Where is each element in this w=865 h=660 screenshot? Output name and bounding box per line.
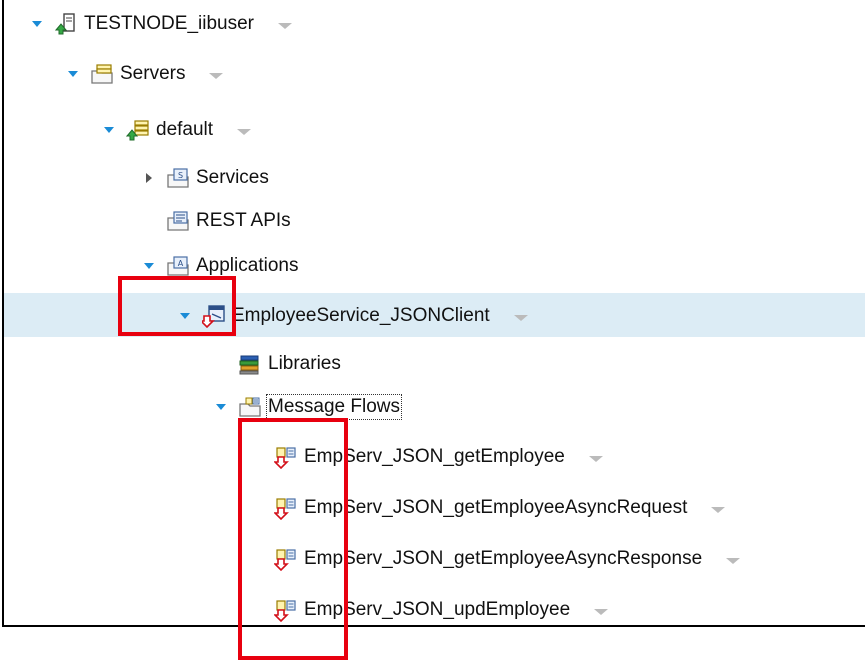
- tree-item-label: Servers: [120, 63, 186, 84]
- servers-folder-icon: [90, 62, 114, 86]
- tree-item-label: Message Flows: [266, 394, 402, 420]
- annotation-box-message-flows: [238, 418, 348, 660]
- tree-item-label: Libraries: [268, 353, 341, 374]
- message-flows-folder-icon: [238, 395, 262, 419]
- tree-item-label: TESTNODE_iibuser: [84, 13, 254, 34]
- dropdown-menu-icon[interactable]: [709, 502, 727, 514]
- rest-apis-folder-icon: [166, 209, 190, 233]
- tree-item-label: EmployeeService_JSONClient: [232, 305, 490, 326]
- tree-item-label: REST APIs: [196, 210, 291, 231]
- integration-server-icon: [125, 118, 150, 142]
- tree-item[interactable]: default: [102, 115, 253, 145]
- expand-arrow-icon[interactable]: [102, 123, 116, 137]
- expand-arrow-icon[interactable]: [214, 400, 228, 414]
- svg-text:A: A: [178, 259, 184, 268]
- tree-item-label: default: [156, 119, 214, 140]
- dropdown-menu-icon[interactable]: [235, 124, 253, 136]
- dropdown-menu-icon[interactable]: [207, 68, 225, 80]
- svg-text:S: S: [178, 171, 183, 180]
- expand-arrow-icon[interactable]: [30, 17, 44, 31]
- expand-arrow-icon[interactable]: [66, 67, 80, 81]
- expand-arrow-icon[interactable]: [142, 259, 156, 273]
- tree-item[interactable]: TESTNODE_iibuser: [30, 9, 294, 39]
- dropdown-menu-icon[interactable]: [512, 310, 530, 322]
- tree-item[interactable]: S Services: [142, 163, 269, 193]
- collapse-arrow-icon[interactable]: [142, 171, 156, 185]
- dropdown-menu-icon[interactable]: [276, 18, 294, 30]
- dropdown-menu-icon[interactable]: [587, 451, 605, 463]
- dropdown-menu-icon[interactable]: [724, 553, 742, 565]
- tree-item[interactable]: Libraries: [214, 349, 341, 379]
- tree-item[interactable]: Servers: [66, 59, 225, 89]
- dropdown-menu-icon[interactable]: [592, 604, 610, 616]
- tree-item-label: Applications: [196, 255, 299, 276]
- services-folder-icon: S: [166, 166, 190, 190]
- integration-node-icon: [54, 12, 78, 36]
- annotation-box-application: [118, 276, 236, 336]
- tree-item[interactable]: REST APIs: [142, 206, 291, 236]
- tree-item-label: EmpServ_JSON_getEmployeeAsyncResponse: [304, 548, 703, 569]
- tree-item-label: EmpServ_JSON_getEmployeeAsyncRequest: [304, 497, 688, 518]
- tree-item-label: Services: [196, 167, 269, 188]
- applications-folder-icon: A: [166, 254, 190, 278]
- libraries-icon: [238, 352, 262, 376]
